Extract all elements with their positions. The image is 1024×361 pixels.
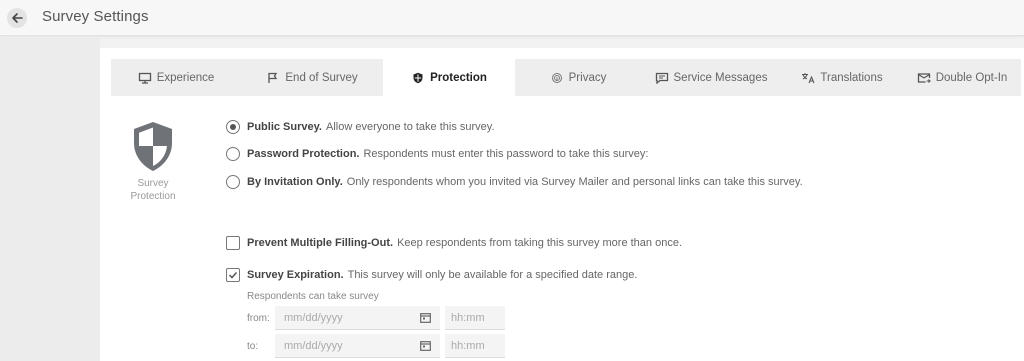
prevent-multiple-option[interactable]: Prevent Multiple Filling-Out. Keep respo… (226, 236, 682, 250)
option-title: Survey Expiration. (247, 269, 344, 281)
calendar-icon[interactable] (420, 340, 431, 351)
back-button[interactable] (7, 8, 27, 28)
to-date-input[interactable]: mm/dd/yyyy (275, 334, 440, 358)
tab-label: Translations (820, 71, 883, 84)
shield-icon (131, 120, 175, 174)
settings-card: Experience End of Survey Protection Priv… (100, 48, 1024, 361)
option-desc: Only respondents whom you invited via Su… (346, 176, 803, 188)
time-placeholder: hh:mm (451, 312, 485, 324)
option-title: Public Survey. (247, 121, 322, 133)
fingerprint-icon (550, 72, 564, 84)
tab-experience[interactable]: Experience (111, 59, 241, 96)
option-title: By Invitation Only. (247, 176, 343, 188)
page-title: Survey Settings (42, 8, 149, 25)
option-desc: Allow everyone to take this survey. (326, 121, 495, 133)
from-time-input[interactable]: hh:mm (445, 306, 505, 330)
flag-icon (266, 72, 280, 84)
option-desc: Respondents must enter this password to … (363, 148, 649, 160)
tab-service-messages[interactable]: Service Messages (641, 59, 781, 96)
tab-translations[interactable]: Translations (781, 59, 903, 96)
translate-icon (801, 72, 815, 84)
survey-expiration-checkbox[interactable] (226, 268, 240, 282)
tab-label: End of Survey (285, 71, 358, 84)
date-placeholder: mm/dd/yyyy (284, 340, 343, 352)
tab-protection[interactable]: Protection (383, 59, 515, 96)
survey-expiration-option[interactable]: Survey Expiration. This survey will only… (226, 268, 637, 282)
message-icon (655, 72, 669, 84)
survey-protection-label: Survey Protection (130, 178, 176, 202)
invitation-only-option[interactable]: By Invitation Only. Only respondents who… (226, 175, 803, 189)
tab-end-of-survey[interactable]: End of Survey (241, 59, 383, 96)
option-desc: Keep respondents from taking this survey… (397, 237, 682, 249)
top-bar: Survey Settings (0, 0, 1024, 36)
password-protection-option[interactable]: Password Protection. Respondents must en… (226, 147, 648, 161)
tab-label: Service Messages (673, 71, 768, 84)
from-label: from: (247, 313, 270, 324)
check-icon (228, 271, 238, 279)
tab-label: Experience (156, 71, 215, 84)
left-panel (0, 37, 100, 361)
invitation-only-radio[interactable] (226, 175, 240, 189)
tab-double-opt-in[interactable]: Double Opt-In (903, 59, 1021, 96)
public-survey-radio[interactable] (226, 120, 240, 134)
tab-label: Privacy (568, 71, 607, 84)
option-desc: This survey will only be available for a… (347, 269, 638, 281)
mail-forward-icon (917, 72, 931, 84)
option-title: Prevent Multiple Filling-Out. (247, 237, 394, 249)
arrow-left-icon (12, 13, 23, 23)
shield-icon (411, 72, 425, 84)
tab-label: Double Opt-In (935, 71, 1008, 84)
monitor-icon (138, 72, 152, 84)
option-title: Password Protection. (247, 148, 360, 160)
public-survey-option[interactable]: Public Survey. Allow everyone to take th… (226, 120, 495, 134)
prevent-multiple-checkbox[interactable] (226, 236, 240, 250)
password-protection-radio[interactable] (226, 147, 240, 161)
respondents-can-take-label: Respondents can take survey (247, 291, 379, 302)
tab-privacy[interactable]: Privacy (515, 59, 641, 96)
from-date-input[interactable]: mm/dd/yyyy (275, 306, 440, 330)
to-time-input[interactable]: hh:mm (445, 334, 505, 358)
settings-tabs: Experience End of Survey Protection Priv… (111, 59, 1021, 96)
time-placeholder: hh:mm (451, 340, 485, 352)
date-placeholder: mm/dd/yyyy (284, 312, 343, 324)
tab-label: Protection (430, 71, 487, 84)
calendar-icon[interactable] (420, 312, 431, 323)
to-label: to: (247, 341, 259, 352)
